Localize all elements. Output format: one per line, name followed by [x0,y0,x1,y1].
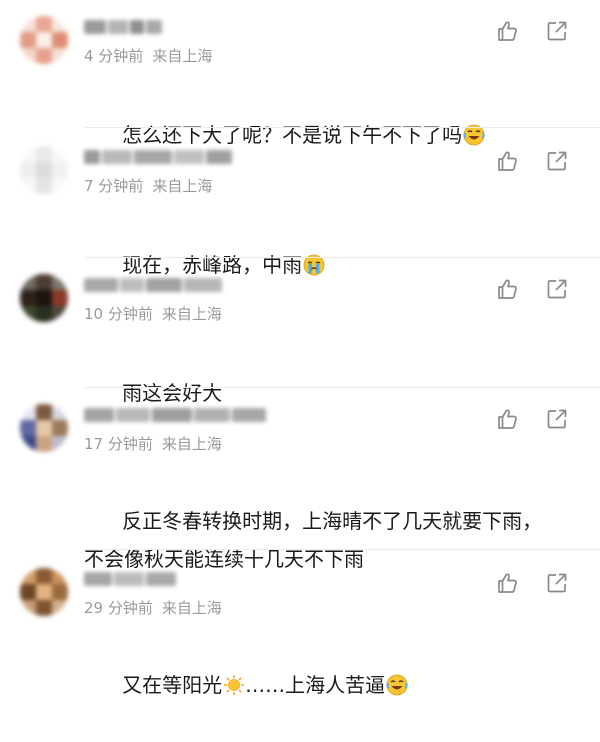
share-icon[interactable] [544,276,570,302]
comment-time: 17 分钟前 [84,435,153,453]
comment-item: 17 分钟前 来自上海 反正冬春转换时期，上海晴不了几天就要下雨， 不会像秋天能连… [0,388,600,571]
divider [84,549,600,550]
comment-time: 7 分钟前 [84,177,144,195]
comment-meta: 10 分钟前 来自上海 [84,304,222,324]
avatar[interactable] [20,274,68,322]
avatar[interactable] [20,568,68,616]
comment-item: 7 分钟前 来自上海 现在，赤峰路，中雨 [0,130,600,277]
comment-location: 来自上海 [152,47,213,65]
comment-location: 来自上海 [161,435,222,453]
share-icon[interactable] [544,406,570,432]
like-icon[interactable] [494,148,520,174]
username[interactable] [84,276,222,294]
username[interactable] [84,148,232,166]
comment-item: 29 分钟前 来自上海 又在等阳光 ……上海人苦逼 [0,552,600,697]
comment-location: 来自上海 [161,305,222,323]
like-icon[interactable] [494,276,520,302]
comment-time: 4 分钟前 [84,47,144,65]
comment-meta: 17 分钟前 来自上海 [84,434,222,454]
avatar[interactable] [20,404,68,452]
comment-item: 10 分钟前 来自上海 雨这会好大 [0,258,600,405]
divider [84,127,600,128]
share-icon[interactable] [544,570,570,596]
share-icon[interactable] [544,148,570,174]
share-icon[interactable] [544,18,570,44]
comment-list: 4 分钟前 来自上海 怎么还下大了呢？不是说下午不下了吗 7 分钟前 来自上海 … [0,0,600,697]
comment-text: 又在等阳光 ……上海人苦逼 [84,628,564,742]
username[interactable] [84,406,266,424]
avatar[interactable] [20,16,68,64]
comment-location: 来自上海 [152,177,213,195]
comment-time: 29 分钟前 [84,599,153,617]
comment-time: 10 分钟前 [84,305,153,323]
like-icon[interactable] [494,18,520,44]
comment-meta: 29 分钟前 来自上海 [84,598,222,618]
comment-meta: 7 分钟前 来自上海 [84,176,212,196]
username[interactable] [84,570,176,588]
like-icon[interactable] [494,570,520,596]
laughing-crying-emoji [386,674,408,696]
comment-meta: 4 分钟前 来自上海 [84,46,212,66]
sun-emoji [223,674,245,696]
username[interactable] [84,18,162,36]
comment-location: 来自上海 [161,599,222,617]
like-icon[interactable] [494,406,520,432]
avatar[interactable] [20,146,68,194]
comment-item: 4 分钟前 来自上海 怎么还下大了呢？不是说下午不下了吗 [0,0,600,147]
